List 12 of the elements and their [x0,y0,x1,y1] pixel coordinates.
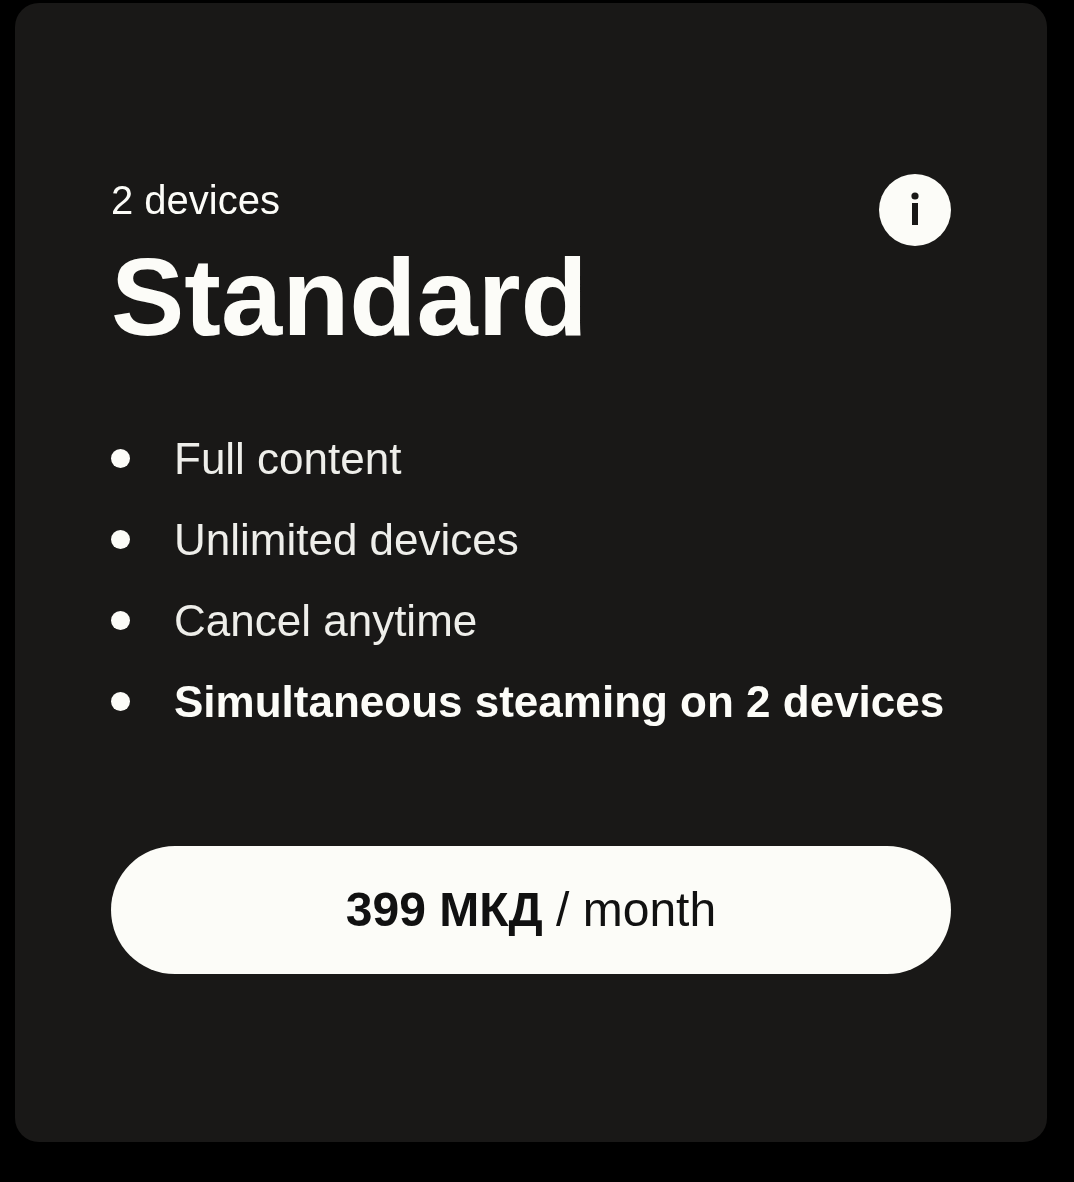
bullet-icon [111,611,130,630]
price-button[interactable]: 399 МКД / month [111,846,951,974]
feature-text: Simultaneous steaming on 2 devices [174,679,945,724]
feature-text: Full content [174,436,402,481]
feature-text: Cancel anytime [174,598,478,643]
device-count: 2 devices [111,180,280,220]
feature-text: Unlimited devices [174,517,519,562]
bullet-icon [111,449,130,468]
bullet-icon [111,530,130,549]
info-icon[interactable] [879,174,951,246]
plan-name: Standard [111,242,588,352]
bullet-icon [111,692,130,711]
